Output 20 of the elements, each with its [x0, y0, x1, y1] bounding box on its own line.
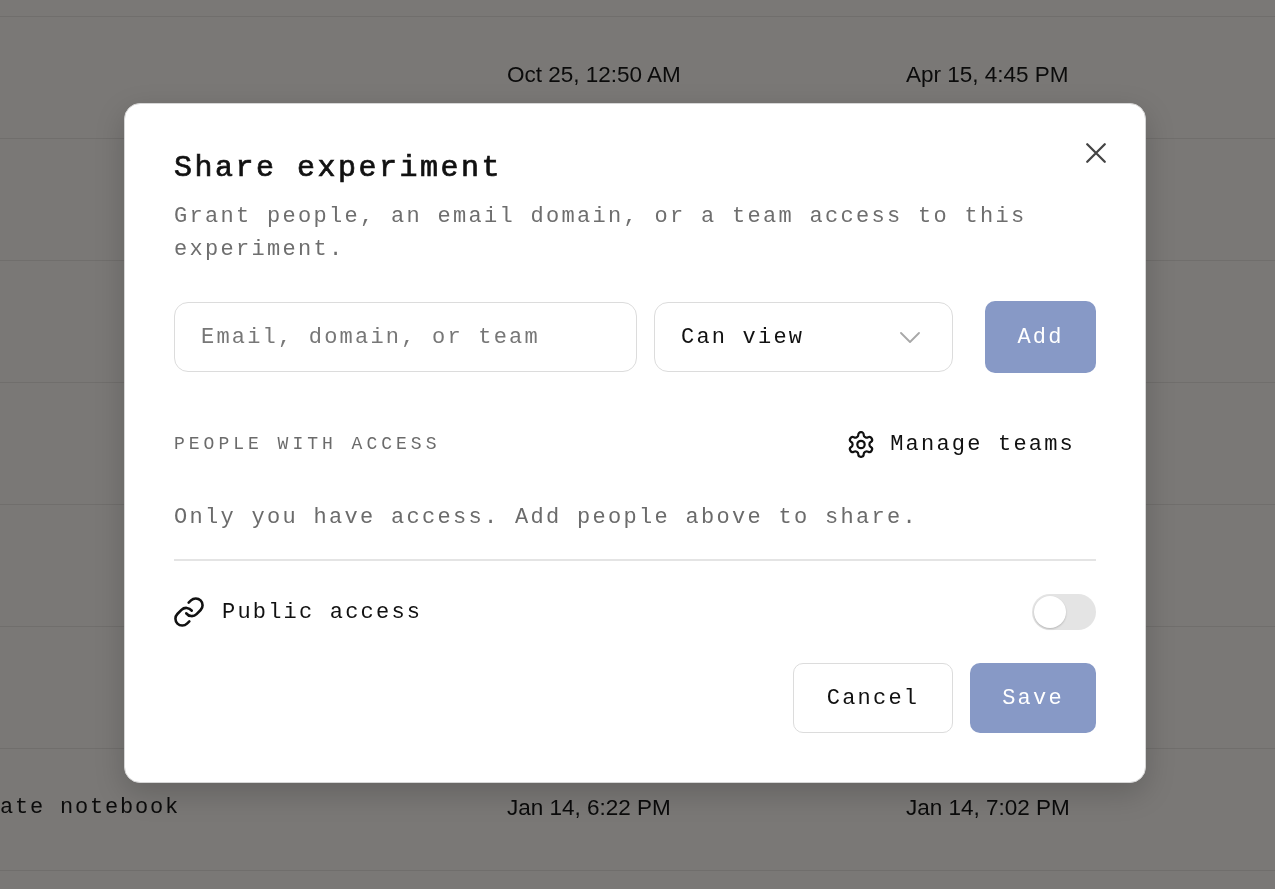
close-icon — [1086, 143, 1106, 163]
table-cell: Jan 14, 7:02 PM — [906, 794, 1070, 821]
dialog-description: Grant people, an email domain, or a team access to this experiment. — [174, 203, 1028, 264]
permission-dropdown[interactable]: Can view — [654, 302, 953, 372]
table-cell: Jan 14, 6:22 PM — [507, 794, 671, 821]
email-input[interactable]: Email, domain, or team — [174, 302, 637, 372]
dialog-title: Share experiment — [174, 150, 503, 186]
table-cell: Apr 15, 4:45 PM — [906, 61, 1069, 88]
chevron-down-icon — [900, 331, 920, 343]
cancel-button[interactable]: Cancel — [793, 663, 953, 733]
public-access-label: Public access — [222, 599, 423, 625]
public-access-toggle[interactable] — [1032, 594, 1096, 630]
manage-teams-button[interactable]: Manage teams — [848, 430, 1075, 458]
empty-access-message: Only you have access. Add people above to share. — [174, 504, 920, 532]
close-button[interactable] — [1086, 143, 1106, 163]
table-cell: Oct 25, 12:50 AM — [507, 61, 681, 88]
table-cell: ate notebook — [0, 795, 181, 820]
section-label: PEOPLE WITH ACCESS — [174, 434, 441, 454]
link-icon — [174, 597, 204, 627]
gear-icon — [848, 430, 875, 458]
